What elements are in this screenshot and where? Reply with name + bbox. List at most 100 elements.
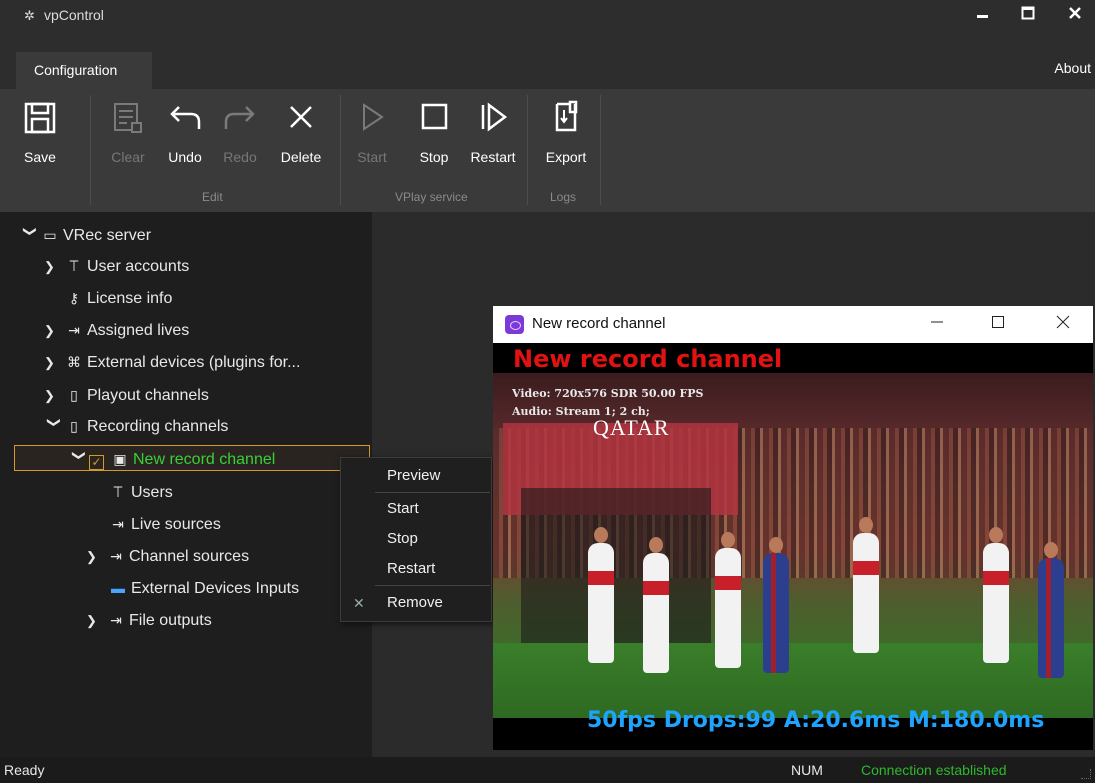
tree-node-external-devices[interactable]: ❯ ⌘ External devices (plugins for...	[44, 349, 300, 375]
delete-label: Delete	[280, 149, 322, 165]
chevron-right-icon[interactable]: ❯	[44, 350, 64, 376]
tree-node-assigned-lives[interactable]: ❯ ⇥ Assigned lives	[44, 317, 189, 343]
chevron-down-icon[interactable]: ❯	[41, 417, 67, 437]
maximize-icon	[1021, 6, 1035, 20]
minimize-button[interactable]	[968, 2, 998, 30]
tree-node-vrec-server[interactable]: ❯ ▭ VRec server	[20, 222, 151, 248]
menu-item-start[interactable]: Start	[341, 495, 491, 523]
player-figure	[763, 537, 789, 673]
tree-node-label: VRec server	[63, 227, 152, 244]
tree-node-label: File outputs	[129, 612, 212, 629]
users-icon: ꔋ	[112, 484, 124, 500]
tree-node-new-record-channel[interactable]: ❯ ✓ ▣ New record channel	[14, 445, 370, 471]
app-gear-icon: ✲	[24, 8, 35, 23]
stop-button[interactable]: Stop	[412, 99, 456, 169]
tree-node-label: External devices (plugins for...	[87, 354, 301, 371]
status-bar: Ready NUM Connection established	[0, 757, 1095, 783]
redo-button[interactable]: Redo	[220, 99, 260, 169]
menu-item-remove[interactable]: ✕ Remove	[341, 589, 491, 617]
ribbon-toolbar: Save Clear Undo Redo Delete Start Stop R…	[0, 89, 1095, 212]
video-preview: QATAR New record channel Video: 720x576 …	[493, 343, 1093, 750]
tree-node-users[interactable]: ꔋ Users	[108, 479, 173, 505]
player-figure	[588, 527, 614, 663]
plugin-icon: ⌘	[67, 354, 81, 370]
status-ready: Ready	[4, 762, 45, 778]
tree-node-label: License info	[87, 290, 173, 307]
redo-label: Redo	[223, 149, 257, 165]
overlay-channel-title: New record channel	[513, 345, 783, 373]
preview-close-button[interactable]	[1046, 310, 1080, 338]
tree-node-label: Users	[131, 484, 173, 501]
delete-button[interactable]: Delete	[274, 99, 328, 169]
resize-grip-icon[interactable]	[1081, 769, 1091, 779]
player-figure	[715, 532, 741, 668]
minimize-icon	[931, 321, 943, 323]
close-icon	[1056, 315, 1070, 329]
preview-app-icon	[505, 315, 524, 334]
tree-node-label: Channel sources	[129, 548, 250, 565]
tree-node-external-devices-inputs[interactable]: ▬ External Devices Inputs	[108, 575, 299, 601]
close-button[interactable]	[1060, 2, 1090, 30]
tree-node-label: External Devices Inputs	[131, 580, 300, 597]
start-button[interactable]: Start	[352, 99, 392, 169]
maximize-button[interactable]	[1013, 2, 1043, 30]
menu-item-label: Remove	[387, 594, 443, 611]
output-icon: ⇥	[110, 612, 122, 628]
ribbon-separator	[527, 95, 528, 205]
player-figure	[983, 527, 1009, 663]
chevron-right-icon[interactable]: ❯	[44, 318, 64, 344]
players-tunnel	[521, 488, 711, 658]
context-menu: Preview Start Stop Restart ✕ Remove	[340, 457, 492, 622]
video-frame-image	[493, 373, 1093, 718]
save-button[interactable]: Save	[20, 99, 60, 169]
undo-button[interactable]: Undo	[163, 99, 207, 169]
menu-item-restart[interactable]: Restart	[341, 555, 491, 583]
input-icon: ⇥	[112, 516, 124, 532]
export-button[interactable]: Export	[540, 99, 592, 169]
chevron-down-icon[interactable]: ❯	[17, 226, 43, 246]
minimize-icon	[977, 15, 988, 18]
vplay-group-label: VPlay service	[395, 190, 468, 204]
tab-configuration[interactable]: Configuration	[16, 52, 152, 89]
preview-maximize-button[interactable]	[981, 310, 1015, 338]
menu-item-stop[interactable]: Stop	[341, 525, 491, 553]
delete-icon	[290, 106, 312, 128]
tree-node-live-sources[interactable]: ⇥ Live sources	[108, 511, 221, 537]
preview-window: New record channel QATAR New record chan…	[493, 306, 1093, 750]
close-icon	[1069, 7, 1081, 19]
tree-node-label: New record channel	[133, 451, 276, 468]
menu-item-preview[interactable]: Preview	[341, 462, 491, 490]
clear-button[interactable]: Clear	[106, 99, 150, 169]
ribbon-separator	[340, 95, 341, 205]
monitor-icon: ▭	[43, 227, 57, 243]
chevron-right-icon[interactable]: ❯	[44, 383, 64, 409]
maximize-icon	[992, 316, 1004, 328]
edit-group-label: Edit	[202, 190, 223, 204]
restart-button[interactable]: Restart	[465, 99, 521, 169]
preview-minimize-button[interactable]	[920, 310, 954, 338]
chevron-right-icon[interactable]: ❯	[86, 608, 106, 634]
player-figure	[643, 537, 669, 673]
tree-node-recording-channels[interactable]: ❯ ▯ Recording channels	[44, 413, 228, 439]
tree-node-channel-sources[interactable]: ❯ ⇥ Channel sources	[86, 543, 249, 569]
tree-node-label: Assigned lives	[87, 322, 190, 339]
chevron-right-icon[interactable]: ❯	[44, 254, 64, 280]
tree-node-label: User accounts	[87, 258, 190, 275]
video-channel-icon: ▣	[113, 451, 127, 467]
tree-node-label: Live sources	[131, 516, 221, 533]
chevron-right-icon[interactable]: ❯	[86, 544, 106, 570]
about-link[interactable]: About	[1054, 60, 1091, 76]
start-label: Start	[357, 149, 387, 165]
stop-label: Stop	[419, 149, 449, 165]
tree-node-license-info[interactable]: ⚷ License info	[64, 285, 173, 311]
chevron-down-icon[interactable]: ❯	[66, 450, 92, 470]
tab-bar	[0, 52, 1095, 89]
tree-node-label: Playout channels	[87, 387, 209, 404]
sponsor-logo-text: QATAR	[593, 415, 670, 440]
ribbon-separator	[90, 95, 91, 205]
tree-node-user-accounts[interactable]: ❯ ꔋ User accounts	[44, 253, 189, 279]
tree-node-file-outputs[interactable]: ❯ ⇥ File outputs	[86, 607, 212, 633]
tree-node-playout-channels[interactable]: ❯ ▯ Playout channels	[44, 382, 209, 408]
stop-icon	[421, 103, 448, 130]
player-figure	[1038, 542, 1064, 678]
